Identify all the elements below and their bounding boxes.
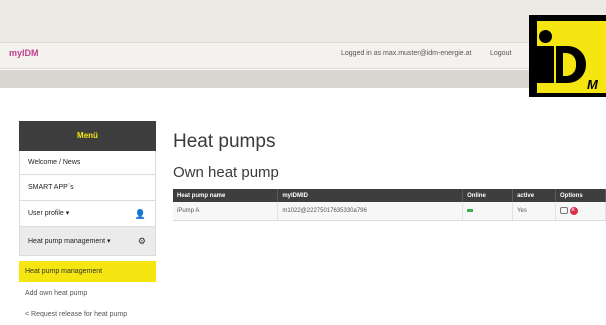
cell-online <box>462 202 514 221</box>
sidebar-item-heat-pump-management[interactable]: Heat pump management ▾ ⚙ <box>19 227 156 256</box>
column-header-options: Options <box>555 189 606 202</box>
header-band <box>0 70 606 88</box>
sidebar-item-label: SMART APP´s <box>28 184 74 191</box>
logged-in-text: Logged in as max.muster@idm-energie.at <box>341 50 472 57</box>
column-header-myidmid: myIDMID <box>277 189 464 202</box>
sidebar-item-smart-apps[interactable]: SMART APP´s <box>19 175 156 201</box>
submenu-request-release[interactable]: < Request release for heat pump <box>25 311 127 318</box>
column-header-active: active <box>512 189 557 202</box>
idm-logo: M <box>529 15 606 97</box>
heat-pump-table: Heat pump name myIDMID Online active Opt… <box>173 189 606 221</box>
brand-link[interactable]: myIDM <box>9 48 39 58</box>
sidebar-item-user-profile[interactable]: User profile ▾ 👤 <box>19 201 156 227</box>
online-status-indicator <box>467 208 474 212</box>
section-title: Own heat pump <box>173 164 279 181</box>
edit-icon[interactable] <box>560 207 569 215</box>
cell-options <box>555 202 606 221</box>
column-header-name: Heat pump name <box>173 189 279 202</box>
menu-title: Menü <box>19 121 156 151</box>
sidebar-item-welcome[interactable]: Welcome / News <box>19 151 156 175</box>
column-header-online: Online <box>462 189 514 202</box>
cell-active: Yes <box>512 202 557 221</box>
delete-icon[interactable] <box>570 206 579 215</box>
user-icon: 👤 <box>134 209 146 219</box>
gear-icon: ⚙ <box>137 236 146 246</box>
table-row: iPump A m1022@22275017635330a796 Yes <box>173 202 606 221</box>
sidebar-item-label: Heat pump management ▾ <box>28 238 111 245</box>
top-strip <box>0 0 606 42</box>
submenu-heat-pump-management[interactable]: Heat pump management <box>19 261 156 282</box>
sidebar-menu: Menü Welcome / News SMART APP´s User pro… <box>19 121 156 256</box>
sidebar-item-label: User profile ▾ <box>28 210 70 217</box>
cell-myidmid: m1022@22275017635330a796 <box>277 202 464 221</box>
submenu-add-own-heat-pump[interactable]: Add own heat pump <box>25 290 87 297</box>
page-title: Heat pumps <box>173 131 276 152</box>
logout-link[interactable]: Logout <box>490 50 511 57</box>
cell-heat-pump-name: iPump A <box>173 202 279 221</box>
header-bar <box>0 42 606 69</box>
sidebar-item-label: Welcome / News <box>28 159 81 166</box>
